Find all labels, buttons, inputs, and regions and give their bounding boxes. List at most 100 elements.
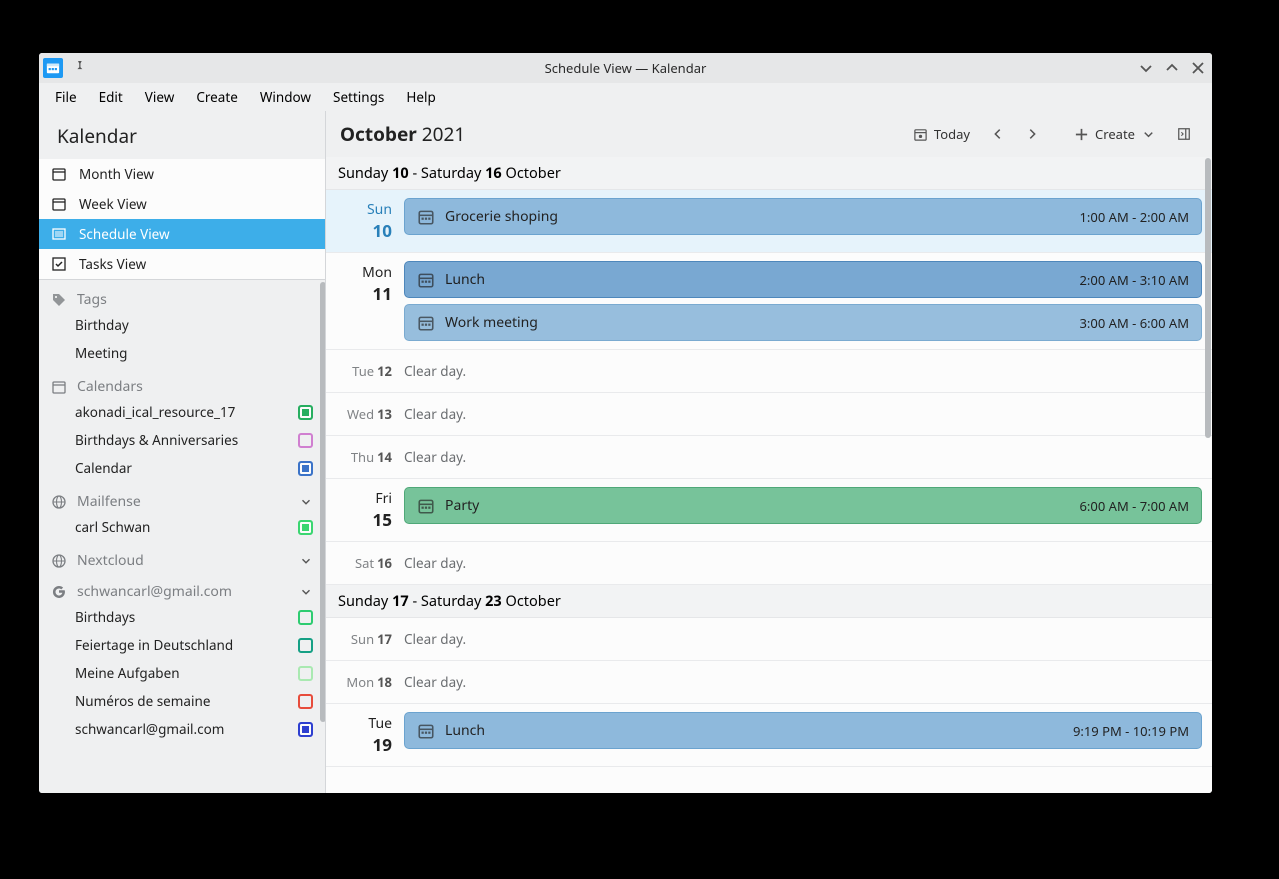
clear-day-label: Clear day. — [404, 401, 1202, 427]
today-label: Today — [934, 125, 970, 143]
year-label: 2021 — [422, 121, 465, 147]
month-year-label: October 2021 — [340, 121, 465, 147]
calendar-icon — [51, 256, 67, 272]
menu-window[interactable]: Window — [250, 85, 321, 109]
calendar-label: Numéros de semaine — [75, 692, 210, 710]
calendar-item[interactable]: schwancarl@gmail.com — [39, 715, 325, 743]
calendar-item[interactable]: Birthdays & Anniversaries — [39, 426, 325, 454]
calendar-color-swatch[interactable] — [298, 405, 313, 420]
clear-day-label: Clear day. — [404, 550, 1202, 576]
month-label: October — [340, 121, 417, 147]
day-label: Mon 18 — [326, 661, 404, 703]
event-item[interactable]: Lunch9:19 PM - 10:19 PM — [404, 712, 1202, 749]
calendar-item[interactable]: Calendar — [39, 454, 325, 482]
calendar-color-swatch[interactable] — [298, 694, 313, 709]
calendar-item[interactable]: Numéros de semaine — [39, 687, 325, 715]
tag-item[interactable]: Birthday — [39, 311, 325, 339]
menu-view[interactable]: View — [135, 85, 185, 109]
day-events: Grocerie shoping1:00 AM - 2:00 AM — [404, 190, 1212, 252]
calendar-icon — [417, 497, 435, 515]
event-title: Lunch — [445, 270, 485, 289]
event-item[interactable]: Work meeting3:00 AM - 6:00 AM — [404, 304, 1202, 341]
close-button[interactable] — [1190, 60, 1206, 76]
calendar-item[interactable]: carl Schwan — [39, 513, 325, 541]
schedule-list[interactable]: Sunday 10 - Saturday 16 OctoberSun10Groc… — [326, 157, 1212, 793]
calendar-icon — [417, 271, 435, 289]
expand-sidebar-button[interactable] — [1170, 120, 1198, 148]
view-label: Tasks View — [79, 255, 146, 273]
event-title: Party — [445, 496, 479, 515]
day-row: Sun10Grocerie shoping1:00 AM - 2:00 AM — [326, 190, 1212, 253]
calendar-color-swatch[interactable] — [298, 520, 313, 535]
sidebar-title: Kalendar — [39, 111, 325, 159]
calendar-color-swatch[interactable] — [298, 666, 313, 681]
calendar-item[interactable]: Feiertage in Deutschland — [39, 631, 325, 659]
event-title: Work meeting — [445, 313, 538, 332]
section-icon — [51, 292, 67, 308]
prev-button[interactable] — [984, 120, 1012, 148]
view-tasks-view[interactable]: Tasks View — [39, 249, 325, 279]
event-time: 2:00 AM - 3:10 AM — [1080, 271, 1190, 289]
calendar-label: Birthdays — [75, 608, 135, 626]
event-item[interactable]: Party6:00 AM - 7:00 AM — [404, 487, 1202, 524]
chevron-down-icon — [1141, 127, 1156, 142]
clear-day-label: Clear day. — [404, 626, 1202, 652]
app-window: Schedule View — Kalendar FileEditViewCre… — [39, 53, 1212, 793]
view-month-view[interactable]: Month View — [39, 159, 325, 189]
content-header: October 2021 Today Create — [326, 111, 1212, 157]
calendar-color-swatch[interactable] — [298, 638, 313, 653]
section-icon — [51, 584, 67, 600]
calendar-color-swatch[interactable] — [298, 461, 313, 476]
menu-edit[interactable]: Edit — [89, 85, 133, 109]
chevron-down-icon — [299, 554, 313, 568]
day-events: Clear day. — [404, 618, 1212, 660]
maximize-button[interactable] — [1164, 60, 1180, 76]
view-schedule-view[interactable]: Schedule View — [39, 219, 325, 249]
calendar-color-swatch[interactable] — [298, 722, 313, 737]
next-button[interactable] — [1018, 120, 1046, 148]
section-schwancarl-gmail-com[interactable]: schwancarl@gmail.com — [39, 572, 325, 603]
section-nextcloud[interactable]: Nextcloud — [39, 541, 325, 572]
menu-help[interactable]: Help — [396, 85, 445, 109]
calendar-label: Meine Aufgaben — [75, 664, 180, 682]
section-calendars: Calendars — [39, 367, 325, 398]
day-events: Clear day. — [404, 350, 1212, 392]
calendar-color-swatch[interactable] — [298, 610, 313, 625]
calendar-item[interactable]: Meine Aufgaben — [39, 659, 325, 687]
calendar-item[interactable]: akonadi_ical_resource_17 — [39, 398, 325, 426]
menu-create[interactable]: Create — [186, 85, 248, 109]
day-events: Clear day. — [404, 542, 1212, 584]
calendar-icon — [51, 226, 67, 242]
minimize-button[interactable] — [1138, 60, 1154, 76]
menu-settings[interactable]: Settings — [323, 85, 394, 109]
section-label: schwancarl@gmail.com — [77, 582, 232, 601]
event-time: 9:19 PM - 10:19 PM — [1073, 722, 1189, 740]
day-events: Party6:00 AM - 7:00 AM — [404, 479, 1212, 541]
menubar: FileEditViewCreateWindowSettingsHelp — [39, 83, 1212, 111]
day-label: Wed 13 — [326, 393, 404, 435]
section-icon — [51, 379, 67, 395]
clear-day-label: Clear day. — [404, 358, 1202, 384]
calendar-color-swatch[interactable] — [298, 433, 313, 448]
tag-item[interactable]: Meeting — [39, 339, 325, 367]
menu-file[interactable]: File — [45, 85, 87, 109]
today-button[interactable]: Today — [905, 121, 978, 147]
tag-label: Birthday — [75, 316, 129, 334]
calendar-item[interactable]: Birthdays — [39, 603, 325, 631]
day-row: Wed 13Clear day. — [326, 393, 1212, 436]
event-item[interactable]: Grocerie shoping1:00 AM - 2:00 AM — [404, 198, 1202, 235]
view-week-view[interactable]: Week View — [39, 189, 325, 219]
section-mailfense[interactable]: Mailfense — [39, 482, 325, 513]
create-button[interactable]: Create — [1066, 121, 1164, 147]
content: October 2021 Today Create — [326, 111, 1212, 793]
event-item[interactable]: Lunch 2:00 AM - 3:10 AM — [404, 261, 1202, 298]
section-tags: Tags — [39, 280, 325, 311]
pin-icon[interactable] — [71, 59, 85, 77]
clear-day-label: Clear day. — [404, 444, 1202, 470]
titlebar: Schedule View — Kalendar — [39, 53, 1212, 83]
app-icon — [43, 58, 63, 78]
section-label: Tags — [77, 290, 107, 309]
calendar-icon — [417, 208, 435, 226]
day-label: Sun 17 — [326, 618, 404, 660]
day-row: Tue 12Clear day. — [326, 350, 1212, 393]
